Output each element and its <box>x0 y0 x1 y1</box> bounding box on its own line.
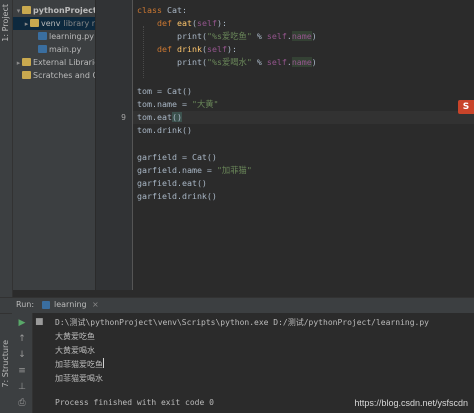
operator: % <box>251 57 267 67</box>
class-name: Cat: <box>161 5 187 15</box>
project-tree-label: External Librarie <box>33 58 96 67</box>
pin-icon[interactable]: ⊥ <box>16 381 28 393</box>
run-panel-header: Run: learning × <box>0 297 474 314</box>
library-icon <box>22 58 31 66</box>
keyword: def <box>156 44 172 54</box>
current-line-highlight <box>133 111 474 124</box>
console-line: D:\测试\pythonProject\venv\Scripts\python.… <box>55 318 429 327</box>
wrap-icon[interactable]: ≡ <box>16 365 28 377</box>
console-line: 大黄爱喝水 <box>55 346 95 355</box>
run-config-tab[interactable]: learning <box>54 300 87 309</box>
project-tree-item[interactable]: ▸ venv library r <box>13 17 96 30</box>
folder-icon <box>30 19 39 27</box>
code-line-9[interactable]: tom.eat() <box>137 111 182 124</box>
run-toolbar: ▶ ↑ ↓ ≡ ⊥ ⎙ <box>12 313 33 413</box>
project-tree-item[interactable]: main.py <box>13 43 81 56</box>
code-line-8[interactable]: tom.name = "大黄" <box>137 98 219 111</box>
string-literal: "%s爱喝水" <box>206 57 252 67</box>
project-tree-item[interactable]: ▾ pythonProject <box>13 4 96 17</box>
keyword: def <box>156 18 172 28</box>
watermark: https://blog.csdn.net/ysfscdn <box>354 398 468 408</box>
python-run-icon <box>42 301 50 309</box>
project-tree-suffix: library r <box>63 19 96 28</box>
self-param: self <box>206 44 227 54</box>
self-param: self <box>196 18 217 28</box>
string-literal: "%s爱吃鱼" <box>206 31 252 41</box>
code-line-15[interactable]: garfield.drink() <box>137 190 217 203</box>
rerun-icon[interactable]: ▶ <box>16 317 28 329</box>
assignment: tom.name = <box>137 99 192 109</box>
name-attr: name <box>291 31 312 41</box>
console-text: 加菲猫爱吃鱼 <box>55 360 103 369</box>
self-ref: self <box>266 31 287 41</box>
scroll-down-icon[interactable]: ↓ <box>16 349 28 361</box>
folder-icon <box>22 6 31 14</box>
stop-icon[interactable]: ■ <box>35 317 44 327</box>
console-line: Process finished with exit code 0 <box>55 398 214 407</box>
console-line: 大黄爱吃鱼 <box>55 332 95 341</box>
project-tree-item[interactable]: ▸ External Librarie <box>13 56 96 69</box>
function-name: drink <box>176 44 202 54</box>
keyword: class <box>137 5 162 15</box>
operator: % <box>251 31 267 41</box>
code-line-12[interactable]: garfield = Cat() <box>137 151 217 164</box>
scratches-icon <box>22 71 31 79</box>
console-line: 加菲猫爱喝水 <box>55 374 103 383</box>
code-line-14[interactable]: garfield.eat() <box>137 177 207 190</box>
code-line-4[interactable]: def drink(self): <box>137 43 237 56</box>
function-name: eat <box>176 18 192 28</box>
code-editor[interactable]: class Cat: def eat(self): print("%s爱吃鱼" … <box>133 0 474 290</box>
scroll-up-icon[interactable]: ↑ <box>16 333 28 345</box>
project-tree-label: venv <box>41 19 61 28</box>
method-call: tom.eat <box>137 112 172 122</box>
self-ref: self <box>266 57 287 67</box>
matched-parens: () <box>171 112 182 122</box>
code-line-7[interactable]: tom = Cat() <box>137 85 192 98</box>
project-tree-label: Scratches and Co <box>33 71 96 80</box>
structure-tool-tab[interactable]: 7: Structure <box>1 340 10 388</box>
string-literal: "加菲猫" <box>216 165 252 175</box>
project-tree-label: learning.py <box>49 32 94 41</box>
code-line-2[interactable]: def eat(self): <box>137 17 227 30</box>
plugin-badge-icon[interactable]: S <box>458 100 474 114</box>
console-line: 加菲猫爱吃鱼 <box>55 358 104 372</box>
print-call: print( <box>176 57 207 67</box>
code-line-1[interactable]: class Cat: <box>137 4 187 17</box>
code-line-10[interactable]: tom.drink() <box>137 124 192 137</box>
name-attr: name <box>291 57 312 67</box>
project-tree-label: pythonProject <box>33 6 96 15</box>
python-file-icon <box>38 45 47 53</box>
line-number: 9 <box>121 113 126 122</box>
print-call: print( <box>176 31 207 41</box>
python-file-icon <box>38 32 47 40</box>
print-icon[interactable]: ⎙ <box>16 397 28 409</box>
assignment: garfield.name = <box>137 165 217 175</box>
run-console[interactable]: ■ D:\测试\pythonProject\venv\Scripts\pytho… <box>33 313 474 413</box>
run-label: Run: <box>16 300 35 309</box>
code-line-3[interactable]: print("%s爱吃鱼" % self.name) <box>137 30 317 43</box>
project-tree-label: main.py <box>49 45 82 54</box>
project-tree-item[interactable]: learning.py <box>13 30 94 43</box>
close-tab-icon[interactable]: × <box>92 300 99 309</box>
project-tool-tab[interactable]: 1: Project <box>1 4 10 42</box>
project-tree-item[interactable]: Scratches and Co <box>13 69 96 82</box>
code-line-5[interactable]: print("%s爱喝水" % self.name) <box>137 56 317 69</box>
project-panel: ▾ pythonProject ▸ venv library r learning.py m… <box>13 0 96 290</box>
editor-gutter: 9 <box>96 0 133 290</box>
text-caret <box>103 358 104 368</box>
code-line-13[interactable]: garfield.name = "加菲猫" <box>137 164 252 177</box>
string-literal: "大黄" <box>191 99 219 109</box>
